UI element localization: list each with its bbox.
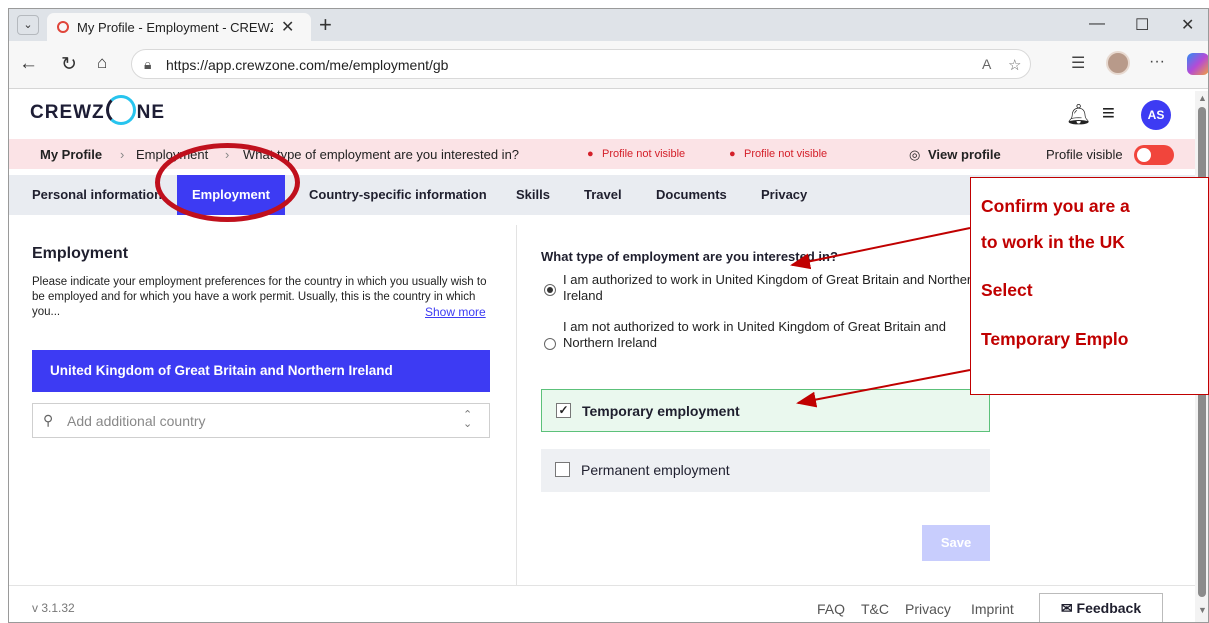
site-info-icon[interactable]: 🔒︎ bbox=[144, 56, 151, 73]
search-icon: ⚲ bbox=[43, 412, 54, 428]
back-icon[interactable]: ← bbox=[19, 53, 38, 75]
tab-actions-chevron-icon[interactable]: ⌄ bbox=[17, 15, 39, 35]
browser-profile-avatar[interactable] bbox=[1106, 51, 1130, 75]
mail-icon: ✉ bbox=[1060, 600, 1077, 616]
feedback-button[interactable]: ✉ Feedback bbox=[1039, 593, 1163, 622]
section-title: Employment bbox=[32, 245, 129, 262]
profile-warning-2: Profile not visible bbox=[744, 148, 828, 160]
permanent-employment-row[interactable]: Permanent employment bbox=[541, 449, 990, 492]
more-options-icon[interactable]: ··· bbox=[1149, 53, 1165, 71]
not-authorized-radio[interactable] bbox=[544, 338, 556, 350]
page-footer: v 3.1.32 FAQ T&C Privacy Imprint ✉ Feedb… bbox=[9, 585, 1195, 622]
crewzone-favicon-icon bbox=[57, 21, 69, 33]
view-profile-link[interactable]: View profile bbox=[928, 147, 1001, 162]
callout-line-3: Select bbox=[981, 280, 1033, 300]
employment-question: What type of employment are you interest… bbox=[541, 249, 838, 264]
callout-line-2: to work in the UK bbox=[981, 232, 1125, 252]
breadcrumb-separator-icon: › bbox=[120, 147, 125, 162]
authorized-radio[interactable] bbox=[544, 284, 556, 296]
tab-documents[interactable]: Documents bbox=[656, 187, 727, 202]
authorized-option-label[interactable]: I am authorized to work in United Kingdo… bbox=[563, 272, 983, 304]
callout-line-1: Confirm you are a bbox=[981, 196, 1130, 216]
profile-visible-toggle[interactable] bbox=[1134, 145, 1174, 165]
tab-personal-information[interactable]: Personal information bbox=[32, 187, 162, 202]
refresh-icon[interactable]: ↻ bbox=[61, 53, 77, 76]
url-text: https://app.crewzone.com/me/employment/g… bbox=[166, 57, 449, 73]
close-window-icon[interactable]: ✕ bbox=[1181, 15, 1194, 35]
permanent-employment-checkbox[interactable] bbox=[555, 462, 570, 477]
read-aloud-icon[interactable]: A bbox=[982, 56, 991, 72]
address-bar: ← ↻ ⌂ 🔒︎ https://app.crewzone.com/me/emp… bbox=[9, 41, 1208, 89]
tab-travel[interactable]: Travel bbox=[584, 187, 622, 202]
not-authorized-option-label[interactable]: I am not authorized to work in United Ki… bbox=[563, 319, 983, 351]
employment-left-panel: Employment Please indicate your employme… bbox=[9, 225, 517, 585]
tab-privacy[interactable]: Privacy bbox=[761, 187, 807, 202]
temporary-employment-label: Temporary employment bbox=[582, 403, 740, 419]
new-tab-icon[interactable]: + bbox=[319, 12, 332, 38]
footer-link-imprint[interactable]: Imprint bbox=[971, 601, 1014, 617]
temporary-employment-checkbox[interactable]: ✓ bbox=[556, 403, 571, 418]
temporary-employment-row[interactable]: ✓ Temporary employment bbox=[541, 389, 990, 432]
chevron-updown-icon: ⌃ ⌄ bbox=[463, 409, 473, 430]
copilot-icon[interactable] bbox=[1187, 53, 1208, 75]
footer-link-tc[interactable]: T&C bbox=[861, 601, 889, 617]
favorites-icon[interactable]: ☰ bbox=[1071, 53, 1085, 73]
app-header: CREWZ NE 🔔︎ ≡ AS bbox=[9, 90, 1208, 138]
app-version: v 3.1.32 bbox=[32, 601, 75, 615]
tab-strip: ⌄ My Profile - Employment - CREWZ ✕ + — … bbox=[9, 9, 1208, 41]
close-tab-icon[interactable]: ✕ bbox=[281, 17, 294, 37]
favorite-star-icon[interactable]: ☆ bbox=[1008, 56, 1021, 74]
user-avatar[interactable]: AS bbox=[1141, 100, 1171, 130]
home-icon[interactable]: ⌂ bbox=[97, 53, 107, 73]
view-profile-icon[interactable]: ◎ bbox=[909, 147, 920, 163]
scroll-up-icon[interactable]: ▲ bbox=[1198, 93, 1207, 103]
show-more-link[interactable]: Show more bbox=[425, 305, 486, 319]
browser-tab[interactable]: My Profile - Employment - CREWZ ✕ bbox=[47, 13, 311, 41]
add-country-select[interactable]: ⚲ Add additional country ⌃ ⌄ bbox=[32, 403, 490, 438]
warning-icon: ● bbox=[729, 148, 736, 160]
visibility-label: Profile visible bbox=[1046, 147, 1123, 162]
instruction-callout: Confirm you are a to work in the UK Sele… bbox=[970, 177, 1209, 395]
url-field[interactable]: 🔒︎ https://app.crewzone.com/me/employmen… bbox=[131, 49, 1031, 79]
save-button[interactable]: Save bbox=[922, 525, 990, 561]
tab-country-specific-information[interactable]: Country-specific information bbox=[309, 187, 487, 202]
feedback-label: Feedback bbox=[1076, 600, 1142, 616]
add-country-placeholder: Add additional country bbox=[67, 413, 206, 429]
section-description: Please indicate your employment preferen… bbox=[32, 276, 487, 318]
profile-warning-1: Profile not visible bbox=[602, 148, 686, 160]
minimize-icon[interactable]: — bbox=[1089, 15, 1105, 33]
crewzone-logo[interactable]: CREWZ NE bbox=[30, 95, 165, 125]
warning-icon: ● bbox=[587, 148, 594, 160]
selected-country-button[interactable]: United Kingdom of Great Britain and Nort… bbox=[32, 350, 490, 392]
maximize-icon[interactable]: ☐ bbox=[1135, 15, 1149, 35]
tab-title: My Profile - Employment - CREWZ bbox=[77, 20, 273, 35]
footer-link-privacy[interactable]: Privacy bbox=[905, 601, 951, 617]
breadcrumb-my-profile[interactable]: My Profile bbox=[40, 147, 102, 162]
scroll-down-icon[interactable]: ▼ bbox=[1198, 605, 1207, 615]
permanent-employment-label: Permanent employment bbox=[581, 462, 730, 478]
highlight-oval bbox=[155, 143, 300, 222]
notifications-bell-icon[interactable]: 🔔︎ bbox=[1066, 102, 1091, 127]
footer-link-faq[interactable]: FAQ bbox=[817, 601, 845, 617]
callout-line-4: Temporary Emplo bbox=[981, 329, 1129, 349]
hamburger-menu-icon[interactable]: ≡ bbox=[1102, 100, 1115, 126]
tab-skills[interactable]: Skills bbox=[516, 187, 550, 202]
